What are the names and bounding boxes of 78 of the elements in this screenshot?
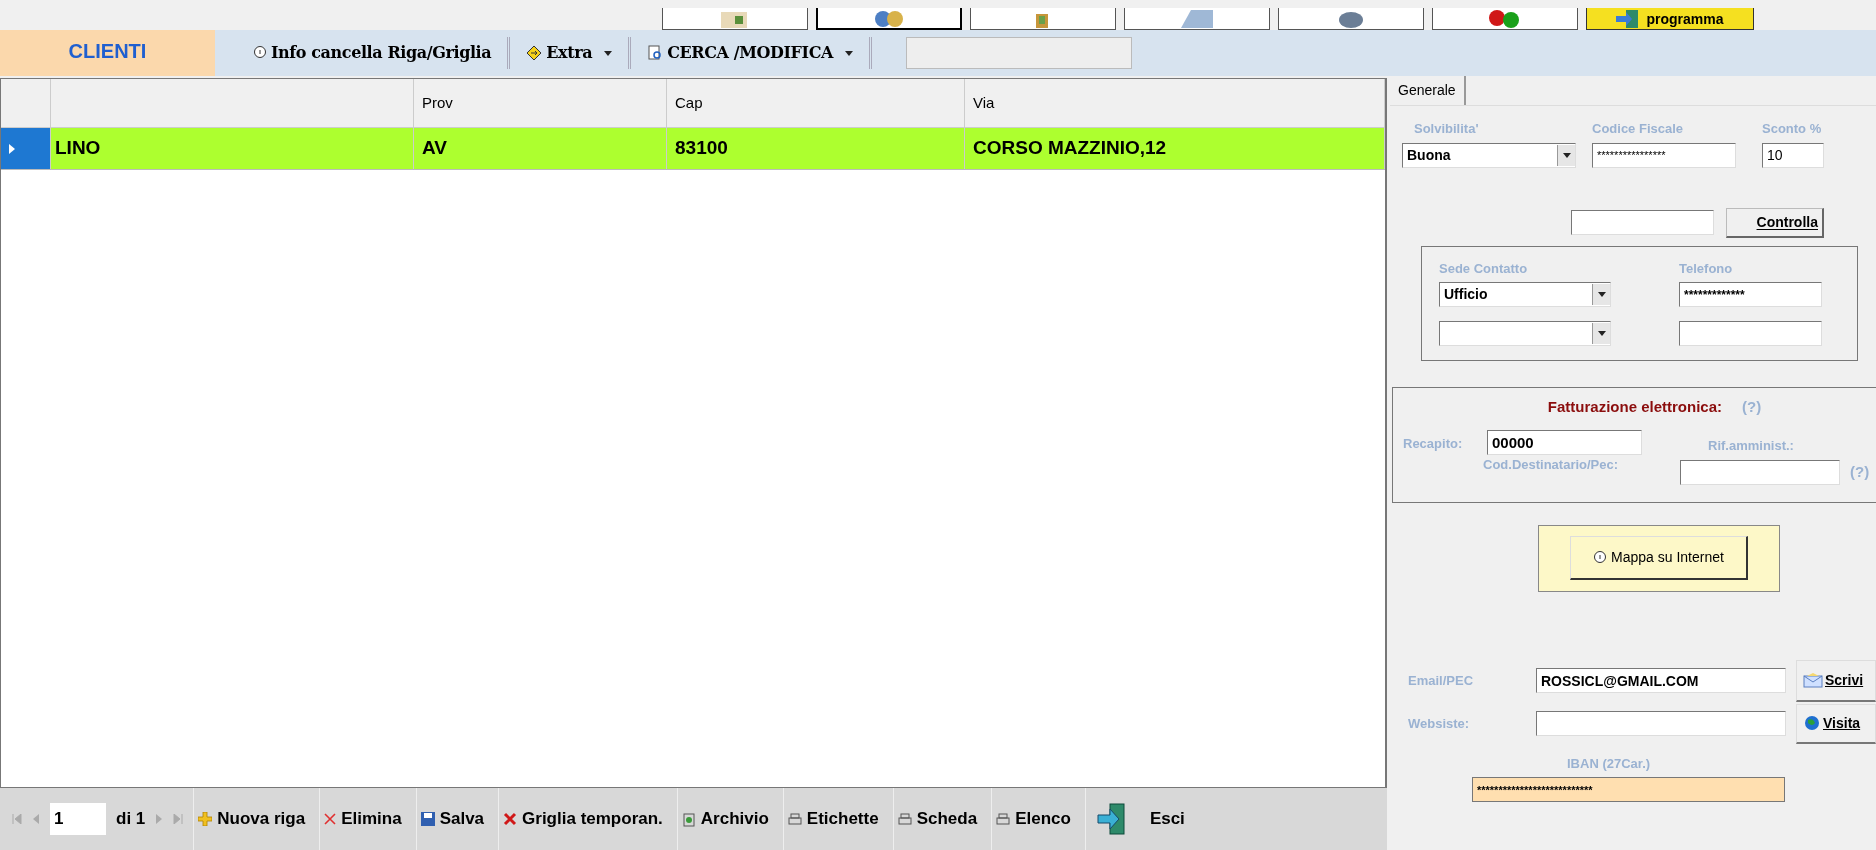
caret-icon [845, 50, 853, 56]
info-bubble-icon [253, 46, 267, 60]
field-label: Recapito: [1403, 435, 1464, 453]
plus-icon [198, 812, 213, 826]
input-field[interactable]: *************************** [1472, 777, 1785, 802]
field-label: Rif.amminist.: [1707, 437, 1795, 455]
solvency-dropdown[interactable]: Buona [1402, 142, 1576, 168]
toolbar-button[interactable]: CERCA /MODIFICA [639, 41, 861, 65]
toolbar-button[interactable] [1278, 8, 1424, 30]
diamond-arrow-icon [526, 45, 543, 61]
envelope-icon [1803, 672, 1823, 688]
printer-icon [996, 813, 1011, 825]
caret-icon [1597, 331, 1606, 336]
printer-icon [897, 813, 912, 825]
field-label: Websiste: [1408, 714, 1471, 733]
input-field[interactable]: **************** [1592, 142, 1736, 168]
toolbar-button[interactable]: Elenco [991, 788, 1075, 850]
field-label: Sconto % [1762, 120, 1823, 138]
toolbar-button[interactable]: programma [1586, 8, 1754, 30]
toolbar-button[interactable]: Scheda [892, 788, 982, 850]
section-tab[interactable]: CLIENTI [0, 30, 215, 76]
globe-icon [1805, 716, 1819, 730]
field-label: Codice Fiscale [1592, 120, 1685, 138]
input-field[interactable]: ROSSICL@GMAIL.COM [1536, 668, 1786, 693]
location-dropdown[interactable]: Ufficio [1439, 282, 1611, 307]
input-field[interactable] [1536, 711, 1786, 736]
table-cell: LINO [51, 128, 414, 169]
toolbar-button[interactable]: Griglia temporan. [498, 788, 667, 850]
input-field[interactable] [1571, 210, 1714, 235]
caret-icon [604, 50, 613, 56]
input-field[interactable] [1680, 459, 1840, 485]
table-cell: 83100 [667, 128, 965, 169]
caret-icon [1597, 292, 1606, 297]
toolbar-button[interactable]: Nuova riga [193, 788, 310, 850]
grid-row[interactable]: LINO AV 83100 CORSO MAZZINIO,12 [1, 128, 1385, 170]
search-field[interactable] [906, 37, 1132, 69]
write-button[interactable]: Scrivi [1796, 659, 1876, 702]
field-label: IBAN (27Car.) [1566, 754, 1652, 773]
toolbar-button[interactable]: Salva [415, 788, 489, 850]
row-pointer-icon [9, 143, 15, 154]
column-header[interactable]: Cap [667, 79, 965, 127]
toolbar-button[interactable] [662, 8, 808, 30]
field-label: Solvibilita' [1413, 120, 1480, 138]
toolbar-button[interactable] [1432, 8, 1578, 30]
table-cell: CORSO MAZZINIO,12 [965, 128, 1385, 169]
close-icon [324, 813, 337, 825]
check-button[interactable]: Controlla [1726, 207, 1824, 238]
info-bubble-icon [1593, 550, 1608, 565]
toolbar-button[interactable] [970, 8, 1116, 30]
record-field[interactable]: 1 [50, 803, 106, 835]
toolbar-button[interactable]: Extra [518, 41, 621, 65]
toolbar-button[interactable]: Archivio [676, 788, 773, 850]
table-cell: AV [414, 128, 667, 169]
toolbar-button[interactable]: Esci [1084, 788, 1195, 850]
group-title: Fatturazione elettronica: [1547, 396, 1722, 417]
visit-button[interactable]: Visita [1796, 703, 1876, 744]
field-label: Sede Contatto [1439, 259, 1529, 278]
field-label: Cod.Destinatario/Pec: [1483, 456, 1620, 474]
toolbar-button[interactable] [1124, 8, 1270, 30]
location-dropdown[interactable] [1439, 321, 1611, 346]
toolbar-button[interactable]: Info cancella Riga/Griglia [245, 41, 500, 65]
record-count: di 1 [116, 808, 146, 831]
input-field[interactable]: 10 [1762, 142, 1824, 168]
input-field[interactable]: ************* [1679, 282, 1822, 307]
map-button[interactable]: Mappa su Internet [1570, 536, 1748, 580]
column-header[interactable]: Via [965, 79, 1385, 127]
toolbar-button[interactable]: Etichette [782, 788, 883, 850]
search-icon [647, 45, 664, 61]
field-label: Telefono [1679, 259, 1734, 278]
toolbar-button[interactable] [816, 8, 962, 30]
caret-icon [1562, 152, 1571, 158]
toolbar-button[interactable]: Elimina [319, 788, 406, 850]
printer-icon [787, 813, 802, 825]
close-icon [503, 812, 518, 826]
column-header[interactable]: Prov [414, 79, 667, 127]
input-field[interactable] [1679, 321, 1822, 346]
field-label: Email/PEC [1408, 671, 1475, 690]
input-field[interactable]: 00000 [1487, 430, 1642, 455]
